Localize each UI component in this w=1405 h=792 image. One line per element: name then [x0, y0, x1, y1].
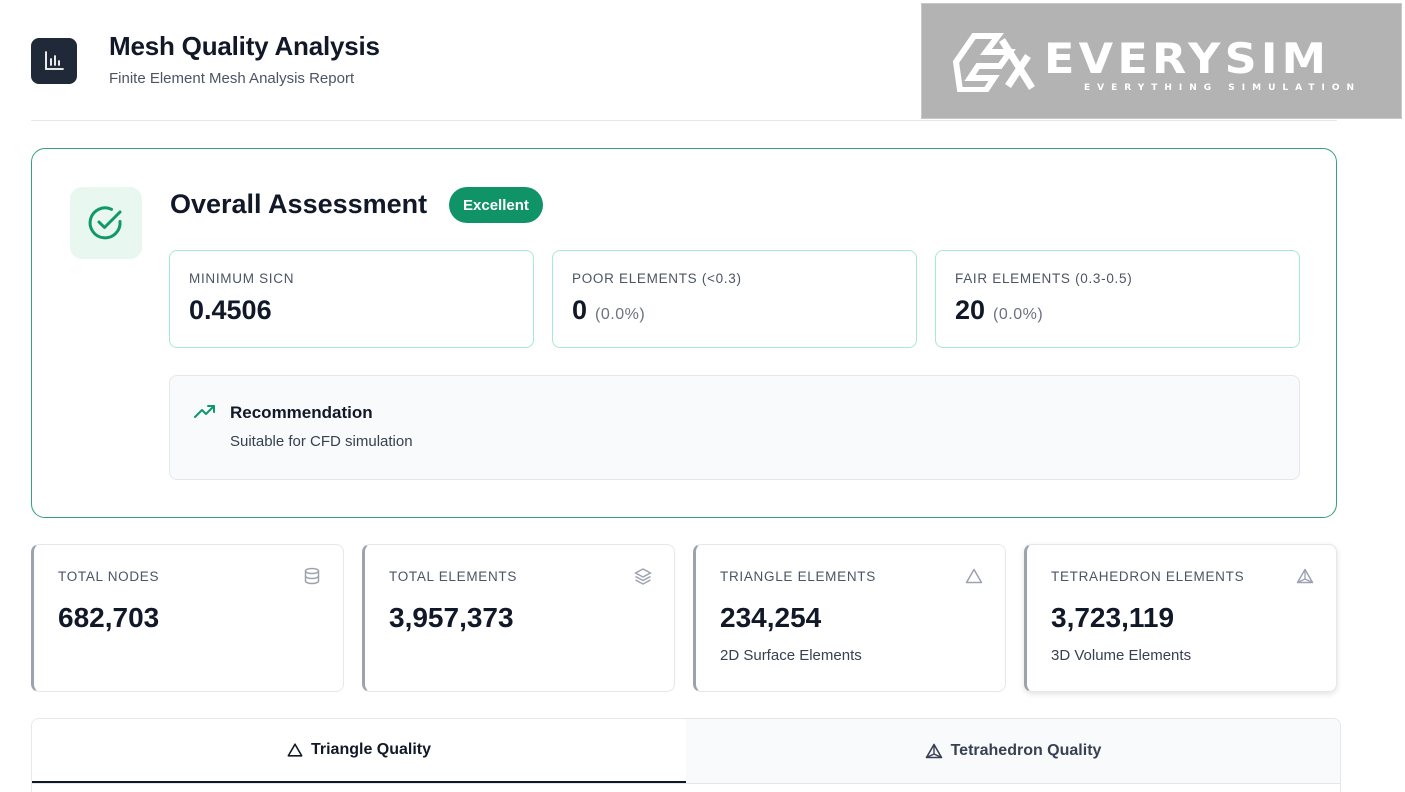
stat-value: 234,254	[720, 602, 822, 633]
database-icon	[304, 567, 320, 585]
recommendation-text: Suitable for CFD simulation	[230, 433, 413, 450]
metric-percent: (0.0%)	[595, 306, 646, 323]
recommendation-box: Recommendation Suitable for CFD simulati…	[169, 375, 1300, 480]
metric-value: 0 (0.0%)	[572, 295, 646, 325]
bar-chart-icon	[45, 51, 64, 70]
tab-label: Tetrahedron Quality	[950, 742, 1102, 759]
metric-percent: (0.0%)	[993, 306, 1044, 323]
check-circle-icon	[88, 206, 122, 240]
overall-assessment-card: Overall Assessment Excellent MINIMUM SIC…	[31, 148, 1337, 518]
stat-label: TETRAHEDRON ELEMENTS	[1051, 569, 1245, 584]
header-divider	[31, 120, 1337, 121]
metric-poor-elements: POOR ELEMENTS (<0.3) 0 (0.0%)	[552, 250, 917, 348]
stat-value: 3,957,373	[389, 602, 514, 633]
logo-wordmark: EVERYSIM	[1044, 34, 1331, 83]
stat-value: 3,723,119	[1051, 602, 1175, 633]
stat-value: 682,703	[58, 602, 160, 633]
tab-tetrahedron-quality[interactable]: Tetrahedron Quality	[686, 719, 1340, 783]
quality-tabs: Triangle Quality Tetrahedron Quality	[31, 718, 1341, 792]
stat-label: TRIANGLE ELEMENTS	[720, 569, 876, 584]
tetrahedron-icon	[925, 743, 942, 759]
tab-label: Triangle Quality	[310, 741, 432, 758]
page-subtitle: Finite Element Mesh Analysis Report	[109, 70, 355, 87]
page-title: Mesh Quality Analysis	[109, 31, 380, 61]
triangle-icon	[287, 743, 303, 757]
metric-value: 0.4506	[189, 295, 272, 325]
trending-up-icon	[194, 405, 215, 418]
tetrahedron-icon	[1296, 568, 1314, 584]
stat-card-total-nodes: TOTAL NODES 682,703	[31, 544, 344, 692]
metric-fair-elements: FAIR ELEMENTS (0.3-0.5) 20 (0.0%)	[935, 250, 1300, 348]
stat-subtext: 2D Surface Elements	[720, 647, 862, 664]
stat-label: TOTAL NODES	[58, 569, 160, 584]
recommendation-title: Recommendation	[230, 403, 373, 422]
stat-card-tetrahedron-elements: TETRAHEDRON ELEMENTS 3,723,119 3D Volume…	[1024, 544, 1337, 692]
tab-triangle-quality[interactable]: Triangle Quality	[32, 719, 686, 783]
metric-label: POOR ELEMENTS (<0.3)	[572, 271, 742, 286]
everysim-logo: EVERYSIM EVERYTHING SIMULATION	[921, 3, 1402, 119]
status-badge: Excellent	[449, 187, 543, 223]
metric-label: MINIMUM SICN	[189, 271, 295, 286]
triangle-icon	[965, 568, 983, 584]
stat-label: TOTAL ELEMENTS	[389, 569, 518, 584]
metric-value: 20 (0.0%)	[955, 295, 1044, 325]
stat-subtext: 3D Volume Elements	[1051, 647, 1192, 664]
tab-panel	[32, 783, 1340, 792]
logo-tagline: EVERYTHING SIMULATION	[1084, 83, 1362, 93]
metric-label: FAIR ELEMENTS (0.3-0.5)	[955, 271, 1133, 286]
metric-minimum-sicn: MINIMUM SICN 0.4506	[169, 250, 534, 348]
assessment-icon-box	[70, 187, 142, 259]
assessment-title: Overall Assessment	[170, 189, 428, 219]
app-icon	[31, 38, 77, 84]
stat-card-triangle-elements: TRIANGLE ELEMENTS 234,254 2D Surface Ele…	[693, 544, 1006, 692]
everysim-mark-icon	[952, 33, 1035, 92]
stat-card-total-elements: TOTAL ELEMENTS 3,957,373	[362, 544, 675, 692]
layers-icon	[634, 568, 652, 585]
